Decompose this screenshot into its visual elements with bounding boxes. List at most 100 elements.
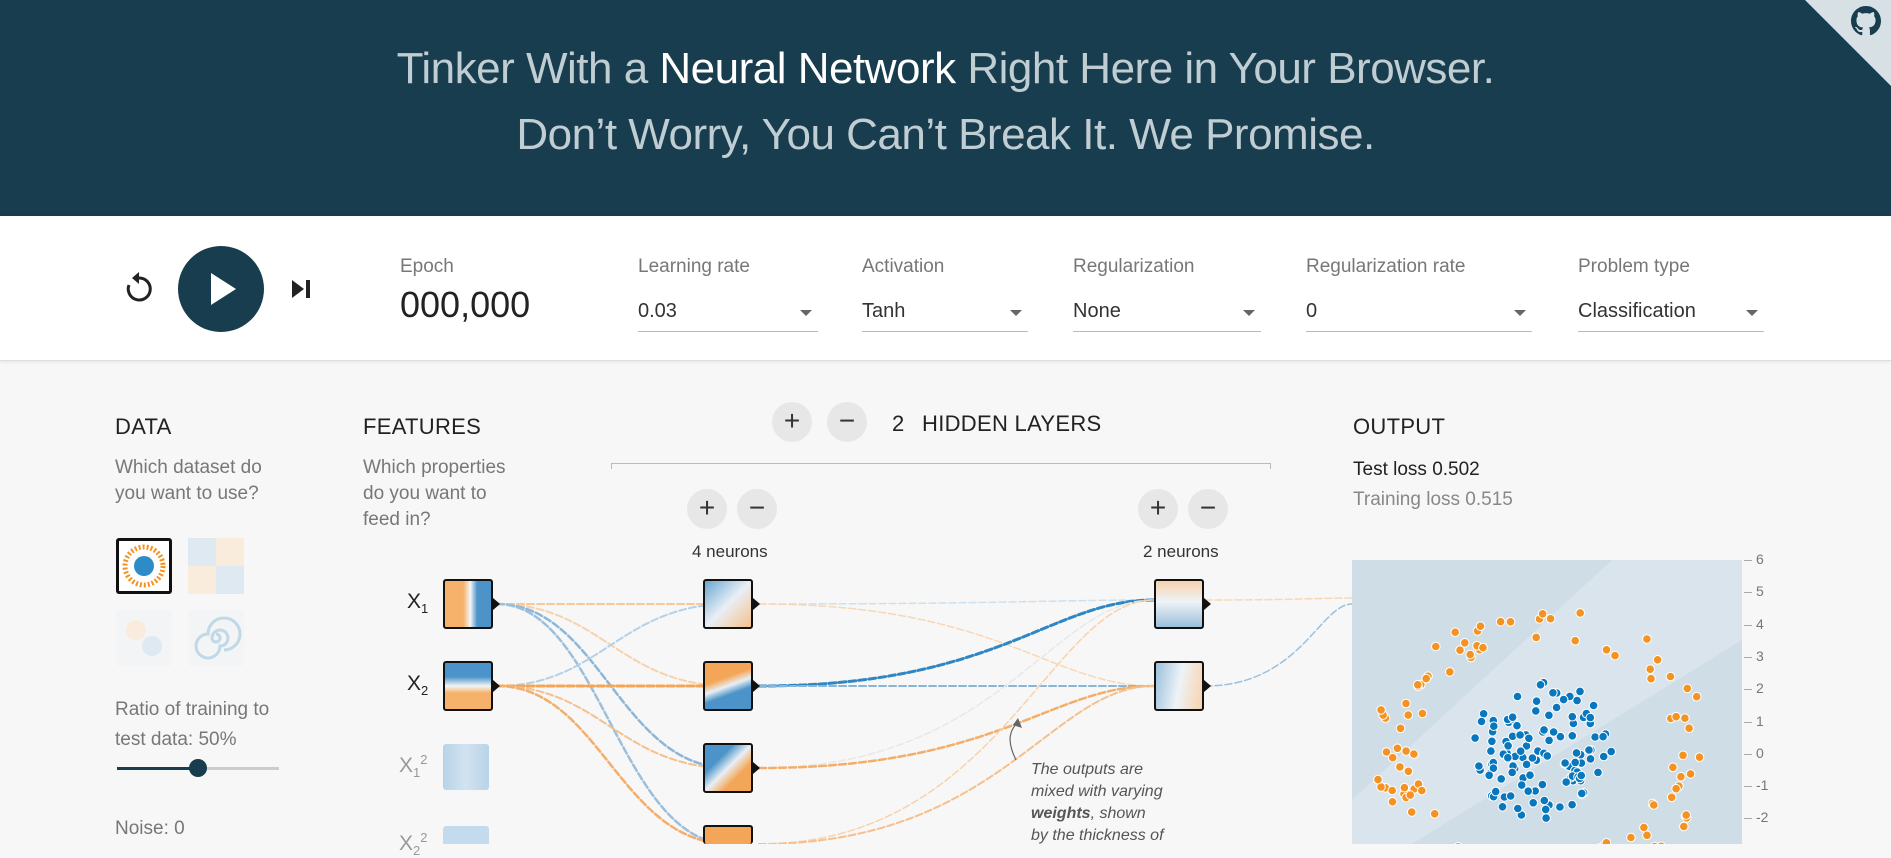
data-point xyxy=(1485,771,1494,780)
feature-label-x1: X1 xyxy=(407,590,428,616)
data-point xyxy=(1686,770,1695,779)
data-point xyxy=(1451,628,1460,637)
data-point xyxy=(1477,717,1486,726)
layer1-neuron-3[interactable] xyxy=(703,743,753,793)
data-point xyxy=(1406,791,1415,800)
add-layer-button[interactable]: + xyxy=(772,402,812,442)
layer2-remove-neuron-button[interactable]: − xyxy=(1188,489,1228,529)
y-tick-label: 6 xyxy=(1756,551,1764,567)
y-tick-label: 3 xyxy=(1756,648,1764,664)
data-point xyxy=(1666,672,1675,681)
data-point xyxy=(1526,771,1535,780)
data-point xyxy=(1552,703,1561,712)
data-point xyxy=(1529,799,1538,808)
data-point xyxy=(1393,744,1402,753)
training-loss: Training loss 0.515 xyxy=(1353,489,1513,511)
y-tick-label: 1 xyxy=(1756,713,1764,729)
data-point xyxy=(1404,767,1413,776)
hidden-layer-count: 2 xyxy=(892,411,905,437)
feature-node-x1[interactable] xyxy=(443,579,493,629)
data-point xyxy=(1549,689,1558,698)
data-point xyxy=(1653,656,1662,665)
data-point xyxy=(1594,768,1603,777)
data-point xyxy=(1498,803,1507,812)
data-point xyxy=(1506,792,1515,801)
data-point xyxy=(1568,732,1577,741)
data-point xyxy=(1589,701,1598,710)
data-point xyxy=(1643,635,1652,644)
output-points xyxy=(1352,560,1742,844)
data-point xyxy=(1672,784,1681,793)
feature-node-x1-squared[interactable] xyxy=(443,744,489,790)
data-point xyxy=(1650,801,1659,810)
data-point xyxy=(1538,780,1547,789)
y-tick-mark xyxy=(1744,657,1752,658)
layer2-neuron-1-arrow xyxy=(1204,598,1211,610)
data-point xyxy=(1602,646,1611,655)
data-point xyxy=(1561,759,1570,768)
data-point xyxy=(1506,618,1515,627)
data-point xyxy=(1667,793,1676,802)
data-point xyxy=(1541,805,1550,814)
data-point xyxy=(1677,772,1686,781)
layer2-neuron-count: 2 neurons xyxy=(1143,542,1219,562)
data-point xyxy=(1568,800,1577,809)
data-point xyxy=(1599,752,1608,761)
layer2-neuron-1[interactable] xyxy=(1154,579,1204,629)
data-point xyxy=(1679,751,1688,760)
data-point xyxy=(1556,803,1565,812)
data-point xyxy=(1545,711,1554,720)
y-tick-mark xyxy=(1744,625,1752,626)
data-point xyxy=(1627,833,1636,842)
output-title: OUTPUT xyxy=(1353,414,1445,440)
feature-label-x1-squared: X12 xyxy=(399,752,427,780)
annotation-line-2: mixed with varying xyxy=(1031,781,1163,803)
y-tick-label: 0 xyxy=(1756,745,1764,761)
data-point xyxy=(1488,737,1497,746)
data-point xyxy=(1611,651,1620,660)
feature-node-x2[interactable] xyxy=(443,661,493,711)
layer1-neuron-1[interactable] xyxy=(703,579,753,629)
layer2-neuron-2-arrow xyxy=(1204,680,1211,692)
data-point xyxy=(1536,681,1545,690)
data-point xyxy=(1491,787,1500,796)
data-point xyxy=(1540,726,1549,735)
data-point xyxy=(1576,687,1585,696)
data-point xyxy=(1682,811,1691,820)
data-point xyxy=(1496,617,1505,626)
data-point xyxy=(1543,752,1552,761)
layer2-neuron-2[interactable] xyxy=(1154,661,1204,711)
layer1-remove-neuron-button[interactable]: − xyxy=(737,489,777,529)
y-tick-label: 2 xyxy=(1756,680,1764,696)
data-point xyxy=(1388,798,1397,807)
data-point xyxy=(1538,610,1547,619)
y-tick-mark xyxy=(1744,786,1752,787)
data-point xyxy=(1532,633,1541,642)
data-point xyxy=(1382,748,1391,757)
remove-layer-button[interactable]: − xyxy=(827,402,867,442)
annotation-line-1: The outputs are xyxy=(1031,759,1143,781)
data-point xyxy=(1685,724,1694,733)
feature-x2-arrow xyxy=(493,680,500,692)
data-point xyxy=(1432,642,1441,651)
data-point xyxy=(1396,724,1405,733)
layer1-neuron-2[interactable] xyxy=(703,661,753,711)
data-point xyxy=(1513,721,1522,730)
layer1-neuron-4[interactable] xyxy=(703,825,753,844)
y-tick-mark xyxy=(1744,818,1752,819)
layer1-neuron-2-arrow xyxy=(753,680,760,692)
data-point xyxy=(1602,839,1611,845)
layer1-add-neuron-button[interactable]: + xyxy=(687,489,727,529)
data-point xyxy=(1572,749,1581,758)
data-point xyxy=(1607,747,1616,756)
layer2-add-neuron-button[interactable]: + xyxy=(1138,489,1178,529)
layer1-neuron-count: 4 neurons xyxy=(692,542,768,562)
data-point xyxy=(1692,692,1701,701)
data-point xyxy=(1672,712,1681,721)
y-tick-mark xyxy=(1744,689,1752,690)
y-tick-mark xyxy=(1744,722,1752,723)
data-point xyxy=(1591,733,1600,742)
feature-node-x2-squared[interactable] xyxy=(443,826,489,844)
data-point xyxy=(1559,695,1568,704)
data-point xyxy=(1586,755,1595,764)
